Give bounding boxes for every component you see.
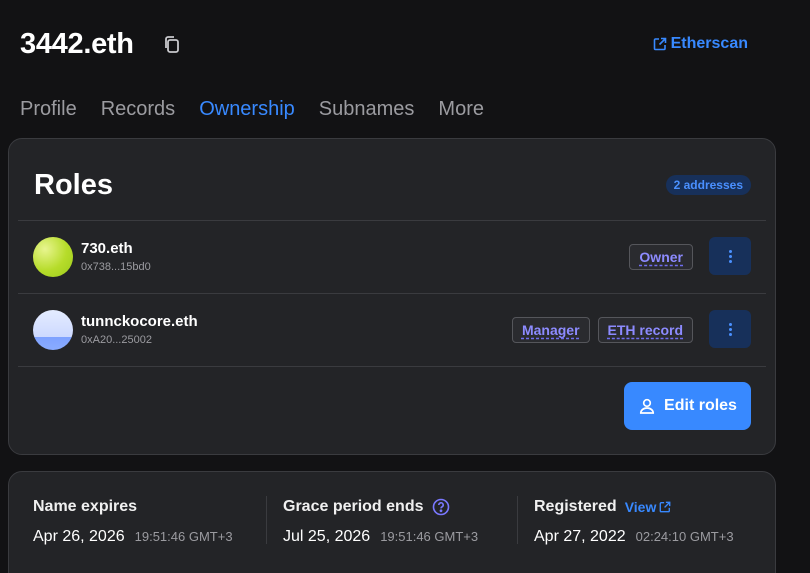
page-header: 3442.eth Etherscan [20,28,790,64]
grace-period: Grace period ends Jul 25, 2026 19:51:46 … [283,496,523,546]
view-link-label: View [624,499,657,515]
addresses-count-badge: 2 addresses [665,175,751,195]
role-tags: Manager ETH record [511,317,693,343]
name-expires-label: Name expires [33,498,138,515]
edit-roles-button[interactable]: Edit roles [624,382,751,430]
role-address: 0xA20...25002 [81,334,152,346]
divider [266,496,267,544]
divider [18,366,766,367]
registered: Registered View Apr 27, 2022 02:24:10 GM… [534,496,774,546]
tab-ownership[interactable]: Ownership [199,98,295,121]
dates-card: Name expires Apr 26, 2026 19:51:46 GMT+3… [8,471,776,573]
role-address: 0x738...15bd0 [81,261,151,273]
tab-records[interactable]: Records [101,98,175,121]
tab-subnames[interactable]: Subnames [319,98,415,121]
name-expires-date: Apr 26, 2026 [33,528,125,545]
role-name: 730.eth [81,240,133,257]
etherscan-label: Etherscan [670,35,748,52]
tab-profile[interactable]: Profile [20,98,77,121]
name-expires-time: 19:51:46 GMT+3 [134,529,233,544]
tab-bar: Profile Records Ownership Subnames More [20,98,508,121]
avatar [33,237,73,277]
name-expires: Name expires Apr 26, 2026 19:51:46 GMT+3 [33,496,273,546]
avatar [33,310,73,350]
divider [517,496,518,544]
user-icon [639,398,655,414]
role-tags: Owner [629,244,693,270]
external-link-icon [659,501,671,513]
registered-label: Registered [534,498,617,515]
more-vertical-icon [728,322,732,336]
grace-period-label: Grace period ends [283,498,424,515]
role-options-button[interactable] [709,310,751,348]
grace-period-date: Jul 25, 2026 [283,528,371,545]
eth-record-tag[interactable]: ETH record [597,317,693,343]
tab-more[interactable]: More [438,98,484,121]
more-vertical-icon [728,249,732,263]
manager-tag[interactable]: Manager [511,317,590,343]
external-link-icon [653,37,666,51]
role-name: tunnckocore.eth [81,313,198,330]
registered-time: 02:24:10 GMT+3 [635,529,734,544]
help-circle-icon[interactable] [432,498,450,516]
roles-card: Roles 2 addresses 730.eth 0x738...15bd0 … [8,138,776,455]
grace-period-time: 19:51:46 GMT+3 [380,529,479,544]
role-row: 730.eth 0x738...15bd0 Owner [9,221,775,293]
edit-roles-label: Edit roles [664,397,737,414]
role-row: tunnckocore.eth 0xA20...25002 Manager ET… [9,294,775,366]
etherscan-link[interactable]: Etherscan [653,35,748,53]
roles-title: Roles [34,169,113,201]
owner-tag[interactable]: Owner [629,244,693,270]
registered-date: Apr 27, 2022 [534,528,626,545]
copy-icon[interactable] [163,35,181,55]
registered-view-link[interactable]: View [625,499,672,515]
page-title: 3442.eth [20,28,134,60]
role-options-button[interactable] [709,237,751,275]
